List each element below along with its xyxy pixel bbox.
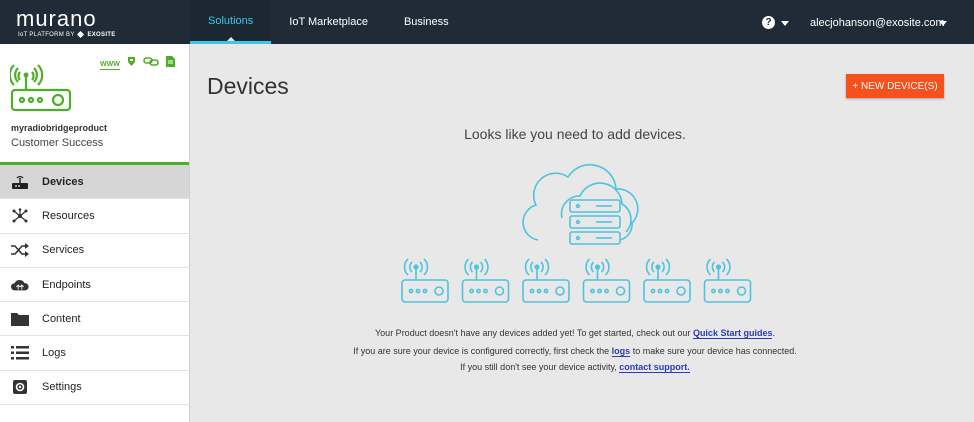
murano-logo[interactable]: murano IoT PLATFORM BY EXOSITE xyxy=(16,8,136,40)
link-icon[interactable] xyxy=(143,56,159,67)
sidebar-item-devices[interactable]: Devices xyxy=(0,165,189,200)
sidebar-item-label: Resources xyxy=(42,209,95,222)
sidebar-item-label: Logs xyxy=(42,347,66,360)
sidebar-item-label: Content xyxy=(42,312,81,325)
sidebar: WWW myradiobridgeproduct Customer Succes… xyxy=(0,44,190,422)
sidebar-item-endpoints[interactable]: Endpoints xyxy=(0,268,189,303)
gear-icon xyxy=(11,378,29,396)
sidebar-item-label: Devices xyxy=(42,175,84,188)
shield-icon[interactable] xyxy=(127,56,136,67)
router-illustration-icon xyxy=(703,258,752,303)
tab-solutions[interactable]: Solutions xyxy=(190,0,272,44)
router-illustration-icon xyxy=(643,258,691,303)
product-team: Customer Success xyxy=(11,137,104,149)
router-illustration-icon xyxy=(461,258,510,303)
quick-start-guides-link[interactable]: Quick Start guides xyxy=(692,328,773,339)
www-icon[interactable]: WWW xyxy=(100,60,120,70)
sidebar-item-resources[interactable]: Resources xyxy=(0,199,189,234)
sidebar-item-settings[interactable]: Settings xyxy=(0,371,189,406)
help-menu-chevron-down-icon[interactable] xyxy=(781,21,789,26)
exosite-mark-icon xyxy=(77,30,85,39)
list-icon xyxy=(11,344,29,362)
router-illustration-icon xyxy=(522,258,570,303)
sidebar-item-content[interactable]: Content xyxy=(0,302,189,337)
sidebar-item-label: Services xyxy=(42,244,85,257)
user-menu-chevron-down-icon[interactable] xyxy=(939,21,947,26)
shuffle-icon xyxy=(11,241,29,259)
user-email[interactable]: alecjohanson@exosite.com xyxy=(810,17,945,29)
product-router-icon xyxy=(8,64,72,119)
help-text-logs: If you are sure your device is configure… xyxy=(353,346,797,357)
product-name: myradiobridgeproduct xyxy=(11,123,108,133)
help-text-support: If you still don't see your device activ… xyxy=(460,362,690,373)
help-icon[interactable]: ? xyxy=(762,16,775,29)
product-card: WWW myradiobridgeproduct Customer Succes… xyxy=(0,44,189,165)
page-title: Devices xyxy=(207,73,289,99)
logo-wordmark: murano xyxy=(16,6,97,31)
empty-state-title: Looks like you need to add devices. xyxy=(464,126,686,142)
main-nav: Solutions IoT Marketplace Business xyxy=(190,0,467,44)
help-text-quickstart: Your Product doesn't have any devices ad… xyxy=(375,328,775,339)
logs-link[interactable]: logs xyxy=(611,346,631,357)
router-icon xyxy=(11,173,29,191)
document-icon[interactable] xyxy=(165,56,175,67)
product-badges: WWW xyxy=(100,56,175,70)
folder-icon xyxy=(11,310,29,328)
devices-illustration xyxy=(398,160,754,311)
sidebar-item-logs[interactable]: Logs xyxy=(0,336,189,371)
logo-tagline: IoT PLATFORM BY EXOSITE xyxy=(18,30,116,39)
resources-icon xyxy=(11,207,29,225)
new-devices-button[interactable]: + NEW DEVICE(S) xyxy=(846,74,944,98)
contact-support-link[interactable]: contact support. xyxy=(619,362,690,373)
cloud-icon xyxy=(11,276,29,294)
sidebar-item-services[interactable]: Services xyxy=(0,234,189,268)
top-bar: murano IoT PLATFORM BY EXOSITE Solutions… xyxy=(0,0,974,44)
router-illustration-icon xyxy=(582,258,631,303)
sidebar-item-label: Endpoints xyxy=(42,278,91,291)
sidebar-item-label: Settings xyxy=(42,381,82,394)
tab-iot-marketplace[interactable]: IoT Marketplace xyxy=(271,0,386,44)
tab-business[interactable]: Business xyxy=(386,0,467,44)
router-illustration-icon xyxy=(401,258,449,303)
